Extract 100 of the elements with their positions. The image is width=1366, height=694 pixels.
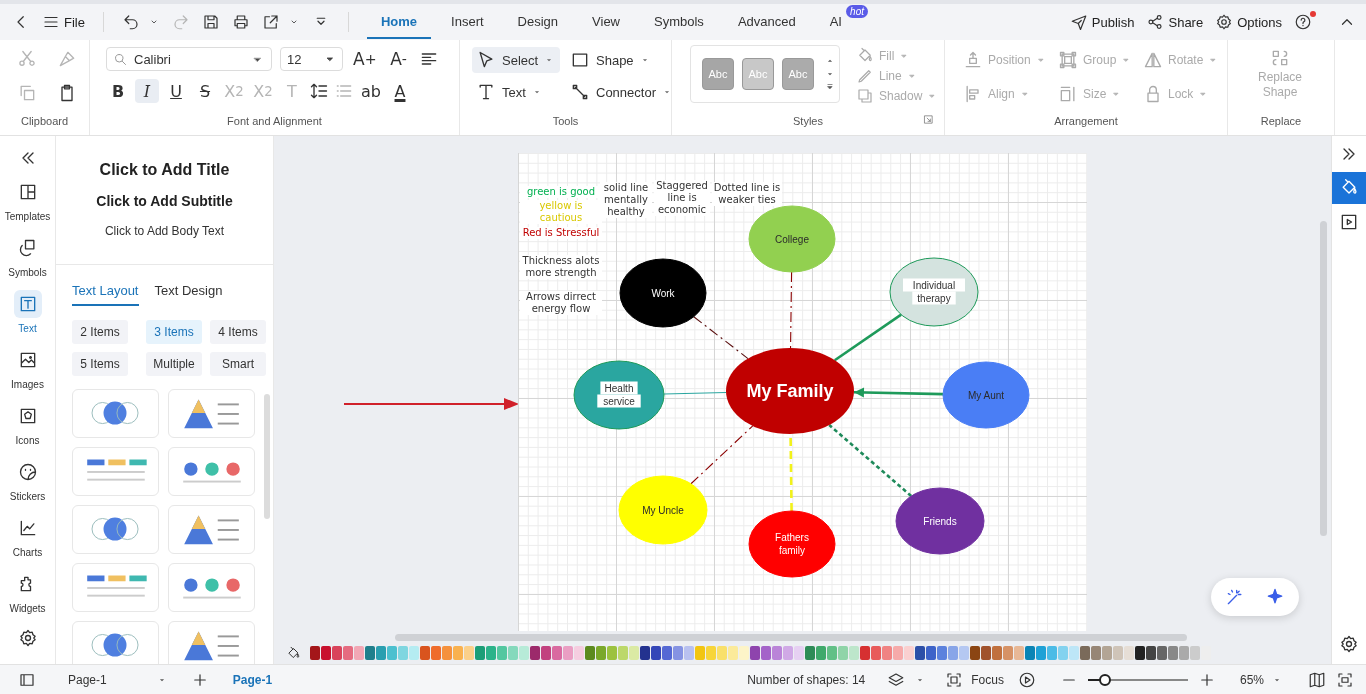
color-swatch[interactable]: [959, 646, 969, 660]
color-swatch[interactable]: [453, 646, 463, 660]
color-swatch[interactable]: [574, 646, 584, 660]
sidebar-item[interactable]: Charts: [1, 514, 54, 570]
color-swatch[interactable]: [684, 646, 694, 660]
format-panel-tab[interactable]: [1332, 172, 1366, 204]
color-swatch[interactable]: [1080, 646, 1090, 660]
bucket-icon[interactable]: [286, 645, 301, 661]
color-swatch[interactable]: [1047, 646, 1057, 660]
color-swatch[interactable]: [1014, 646, 1024, 660]
fit-screen-icon[interactable]: [1336, 670, 1354, 689]
save-icon[interactable]: [201, 13, 220, 31]
color-swatch[interactable]: [1157, 646, 1167, 660]
color-swatch[interactable]: [519, 646, 529, 660]
format-button[interactable]: I: [135, 79, 159, 103]
color-swatch[interactable]: [376, 646, 386, 660]
options-button[interactable]: Options: [1215, 13, 1282, 31]
color-swatch[interactable]: [1025, 646, 1035, 660]
slider-thumb[interactable]: [1098, 673, 1111, 686]
format-button[interactable]: B: [106, 79, 130, 103]
color-swatch[interactable]: [794, 646, 804, 660]
add-title-text[interactable]: Click to Add Title: [99, 161, 230, 179]
tool-button[interactable]: Connector: [566, 79, 666, 105]
color-swatch[interactable]: [750, 646, 760, 660]
map-node[interactable]: Work: [619, 258, 707, 328]
color-swatch[interactable]: [431, 646, 441, 660]
color-swatch[interactable]: [321, 646, 331, 660]
color-swatch[interactable]: [640, 646, 650, 660]
color-swatch[interactable]: [662, 646, 672, 660]
menu-tab[interactable]: Symbols: [640, 5, 718, 39]
book-icon[interactable]: [1308, 670, 1326, 689]
color-swatch[interactable]: [607, 646, 617, 660]
color-swatch[interactable]: [387, 646, 397, 660]
color-swatch[interactable]: [530, 646, 540, 660]
filter-chip[interactable]: 4 Items: [210, 320, 266, 344]
color-swatch[interactable]: [332, 646, 342, 660]
format-button[interactable]: A: [388, 79, 412, 103]
color-swatch[interactable]: [1091, 646, 1101, 660]
color-swatch[interactable]: [871, 646, 881, 660]
color-swatch[interactable]: [629, 646, 639, 660]
color-swatch[interactable]: [552, 646, 562, 660]
color-swatch[interactable]: [783, 646, 793, 660]
color-swatch[interactable]: [1113, 646, 1123, 660]
color-swatch[interactable]: [409, 646, 419, 660]
redo-icon[interactable]: [171, 13, 190, 31]
focus-button[interactable]: Focus: [945, 670, 1004, 689]
color-swatch[interactable]: [1135, 646, 1145, 660]
undo-icon[interactable]: [121, 13, 140, 31]
color-swatch[interactable]: [464, 646, 474, 660]
format-button[interactable]: U: [164, 79, 188, 103]
template-thumbnail[interactable]: [168, 447, 255, 496]
central-node[interactable]: My Family: [726, 348, 854, 434]
brush-icon[interactable]: [57, 49, 77, 69]
color-swatch[interactable]: [695, 646, 705, 660]
map-node[interactable]: Individual therapy: [889, 257, 979, 327]
color-swatch[interactable]: [904, 646, 914, 660]
color-swatch[interactable]: [981, 646, 991, 660]
sidebar-item[interactable]: Stickers: [1, 458, 54, 514]
map-node[interactable]: College: [748, 205, 836, 273]
scrollbar-thumb[interactable]: [1320, 221, 1327, 536]
color-swatch[interactable]: [475, 646, 485, 660]
color-swatch[interactable]: [706, 646, 716, 660]
font-field[interactable]: Calibri: [106, 47, 272, 71]
color-swatch[interactable]: [893, 646, 903, 660]
dialog-launcher-icon[interactable]: [923, 114, 934, 125]
color-swatch[interactable]: [816, 646, 826, 660]
color-swatch[interactable]: [761, 646, 771, 660]
map-node[interactable]: My Aunt: [942, 361, 1030, 429]
color-swatch[interactable]: [651, 646, 661, 660]
filter-chip[interactable]: 3 Items: [146, 320, 202, 344]
color-swatch[interactable]: [310, 646, 320, 660]
color-swatch[interactable]: [1190, 646, 1200, 660]
sidebar-item[interactable]: Symbols: [1, 234, 54, 290]
line-spacing-icon[interactable]: [309, 81, 329, 101]
template-thumbnail[interactable]: [168, 563, 255, 612]
settings-icon[interactable]: [1339, 634, 1359, 654]
menu-tab[interactable]: Design: [503, 5, 573, 39]
template-thumbnail[interactable]: [168, 389, 255, 438]
color-swatch[interactable]: [420, 646, 430, 660]
color-swatch[interactable]: [398, 646, 408, 660]
color-swatch[interactable]: [541, 646, 551, 660]
format-button[interactable]: ab: [359, 79, 383, 103]
filter-chip[interactable]: 5 Items: [72, 352, 128, 376]
expand-icon[interactable]: [825, 82, 835, 92]
color-swatch[interactable]: [1003, 646, 1013, 660]
color-swatch[interactable]: [1069, 646, 1079, 660]
sidebar-item[interactable]: Images: [1, 346, 54, 402]
scrollbar-thumb[interactable]: [264, 394, 270, 519]
template-thumbnail[interactable]: [72, 563, 159, 612]
color-swatch[interactable]: [1124, 646, 1134, 660]
help-icon[interactable]: [1294, 13, 1312, 31]
color-swatch[interactable]: [915, 646, 925, 660]
color-swatch[interactable]: [1058, 646, 1068, 660]
color-swatch[interactable]: [772, 646, 782, 660]
print-icon[interactable]: [231, 13, 250, 31]
filter-chip[interactable]: Smart: [210, 352, 266, 376]
filter-chip[interactable]: Multiple: [146, 352, 202, 376]
page-tab[interactable]: Page-1: [232, 672, 273, 687]
color-swatch[interactable]: [827, 646, 837, 660]
panel-tab[interactable]: Text Layout: [72, 283, 139, 306]
